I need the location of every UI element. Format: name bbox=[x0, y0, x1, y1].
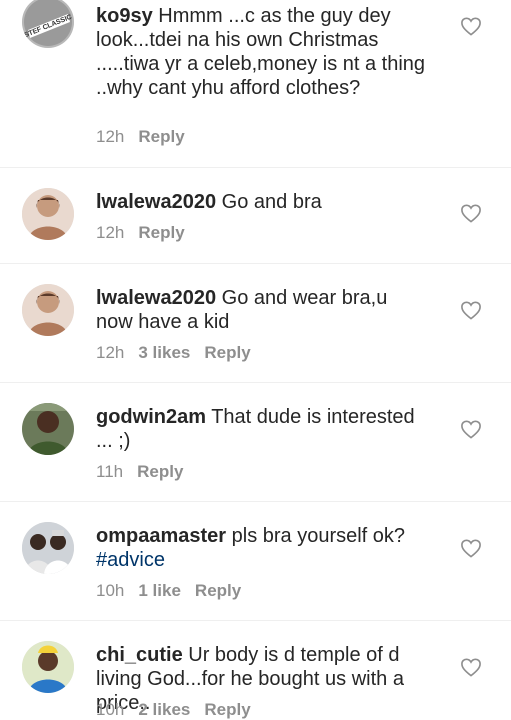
comment-username[interactable]: ko9sy bbox=[96, 5, 153, 27]
comment-meta: 12h Reply bbox=[96, 127, 185, 147]
comment-username[interactable]: godwin2am bbox=[96, 406, 206, 428]
comment-time: 10h bbox=[96, 581, 125, 600]
heart-icon[interactable] bbox=[460, 16, 482, 36]
comment-username[interactable]: chi_cutie bbox=[96, 644, 183, 666]
comment-username[interactable]: ompaamaster bbox=[96, 525, 226, 547]
comment-time: 12h bbox=[96, 127, 125, 146]
comment-username[interactable]: lwalewa2020 bbox=[96, 191, 216, 213]
comment-text: lwalewa2020 Go and bra bbox=[96, 190, 426, 214]
comment-meta: 10h 2 likes Reply bbox=[96, 700, 251, 720]
comment-time: 12h bbox=[96, 223, 125, 242]
avatar-image bbox=[22, 188, 74, 240]
reply-button[interactable]: Reply bbox=[195, 581, 241, 601]
comment-item: lwalewa2020 Go and wear bra,u now have a… bbox=[0, 264, 511, 383]
comment-text: godwin2am That dude is interested ... ;) bbox=[96, 405, 426, 453]
heart-icon[interactable] bbox=[460, 538, 482, 558]
comment-item: ompaamaster pls bra yourself ok? #advice… bbox=[0, 502, 511, 621]
avatar[interactable]: STEF CLASSIC bbox=[22, 0, 74, 48]
reply-button[interactable]: Reply bbox=[204, 343, 250, 363]
comment-item: lwalewa2020 Go and bra 12h Reply bbox=[0, 168, 511, 264]
comment-meta: 12h Reply bbox=[96, 223, 185, 243]
likes-count[interactable]: 2 likes bbox=[138, 700, 190, 720]
reply-button[interactable]: Reply bbox=[138, 223, 184, 243]
avatar-image bbox=[22, 641, 74, 693]
comment-text: ko9sy Hmmm ...c as the guy dey look...td… bbox=[96, 4, 426, 100]
heart-icon[interactable] bbox=[460, 419, 482, 439]
avatar[interactable] bbox=[22, 522, 74, 574]
avatar[interactable] bbox=[22, 641, 74, 693]
comment-time: 12h bbox=[96, 343, 125, 362]
comment-time: 10h bbox=[96, 700, 125, 719]
comment-body: Go and bra bbox=[221, 191, 322, 213]
avatar-image bbox=[22, 403, 74, 455]
hashtag-link[interactable]: #advice bbox=[96, 549, 165, 571]
comment-text: ompaamaster pls bra yourself ok? #advice bbox=[96, 524, 426, 572]
comment-meta: 12h 3 likes Reply bbox=[96, 343, 251, 363]
comment-item: STEF CLASSIC ko9sy Hmmm ...c as the guy … bbox=[0, 0, 511, 168]
avatar[interactable] bbox=[22, 188, 74, 240]
avatar-image bbox=[22, 284, 74, 336]
comment-time: 11h bbox=[96, 462, 124, 481]
avatar[interactable] bbox=[22, 284, 74, 336]
avatar-image bbox=[22, 522, 74, 574]
avatar[interactable] bbox=[22, 403, 74, 455]
likes-count[interactable]: 1 like bbox=[138, 581, 181, 601]
comment-text: lwalewa2020 Go and wear bra,u now have a… bbox=[96, 286, 426, 334]
heart-icon[interactable] bbox=[460, 203, 482, 223]
likes-count[interactable]: 3 likes bbox=[138, 343, 190, 363]
reply-button[interactable]: Reply bbox=[138, 127, 184, 147]
comment-meta: 11h Reply bbox=[96, 462, 183, 482]
reply-button[interactable]: Reply bbox=[137, 462, 183, 482]
avatar-image: STEF CLASSIC bbox=[22, 0, 74, 48]
comment-username[interactable]: lwalewa2020 bbox=[96, 287, 216, 309]
comment-item: godwin2am That dude is interested ... ;)… bbox=[0, 383, 511, 502]
heart-icon[interactable] bbox=[460, 300, 482, 320]
comment-item: chi_cutie Ur body is d temple of d livin… bbox=[0, 621, 511, 720]
reply-button[interactable]: Reply bbox=[204, 700, 250, 720]
comment-body: pls bra yourself ok? bbox=[231, 525, 406, 547]
heart-icon[interactable] bbox=[460, 657, 482, 677]
comment-meta: 10h 1 like Reply bbox=[96, 581, 241, 601]
